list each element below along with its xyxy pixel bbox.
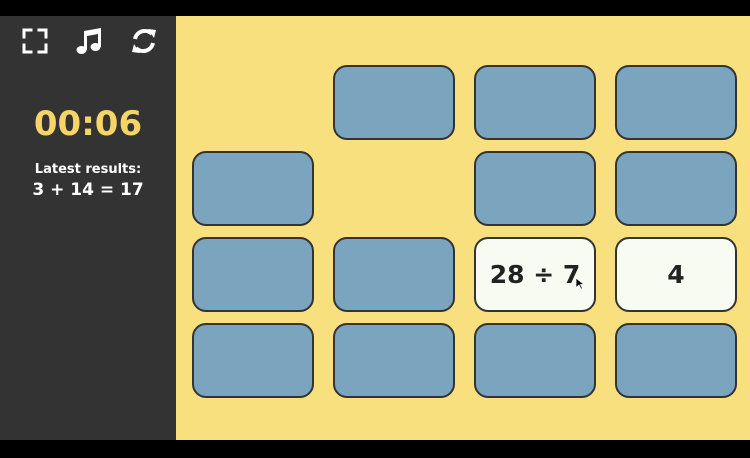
latest-results-value: 3 + 14 = 17 (32, 180, 144, 200)
card-r3-c3[interactable] (615, 323, 737, 398)
mouse-cursor-icon (576, 278, 586, 290)
card-r3-c2[interactable] (474, 323, 596, 398)
card-r1-c3[interactable] (615, 151, 737, 226)
latest-results-label: Latest results: (34, 162, 142, 177)
music-button[interactable] (73, 26, 105, 56)
card-r3-c1[interactable] (333, 323, 455, 398)
game-board: 28 ÷ 7 4 (176, 16, 750, 440)
restart-button[interactable] (128, 26, 160, 56)
bottom-bar (0, 440, 750, 458)
card-r2-c0[interactable] (192, 237, 314, 312)
card-r0-c3[interactable] (615, 65, 737, 140)
card-text: 28 ÷ 7 (489, 260, 581, 289)
timer: 00:06 (33, 104, 143, 144)
card-r2-c3[interactable]: 4 (615, 237, 737, 312)
restart-icon (132, 28, 156, 54)
sidebar: 00:06 Latest results: 3 + 14 = 17 (0, 16, 176, 440)
card-r2-c1[interactable] (333, 237, 455, 312)
card-r0-c2[interactable] (474, 65, 596, 140)
fullscreen-icon (22, 28, 48, 54)
toolbar (0, 26, 176, 56)
card-r0-c1[interactable] (333, 65, 455, 140)
game-window: 00:06 Latest results: 3 + 14 = 17 28 ÷ 7… (0, 16, 750, 440)
fullscreen-button[interactable] (19, 26, 51, 56)
card-text: 4 (667, 260, 685, 289)
card-r3-c0[interactable] (192, 323, 314, 398)
card-r1-c2[interactable] (474, 151, 596, 226)
card-r1-c0[interactable] (192, 151, 314, 226)
music-icon (76, 28, 101, 54)
card-r2-c2[interactable]: 28 ÷ 7 (474, 237, 596, 312)
